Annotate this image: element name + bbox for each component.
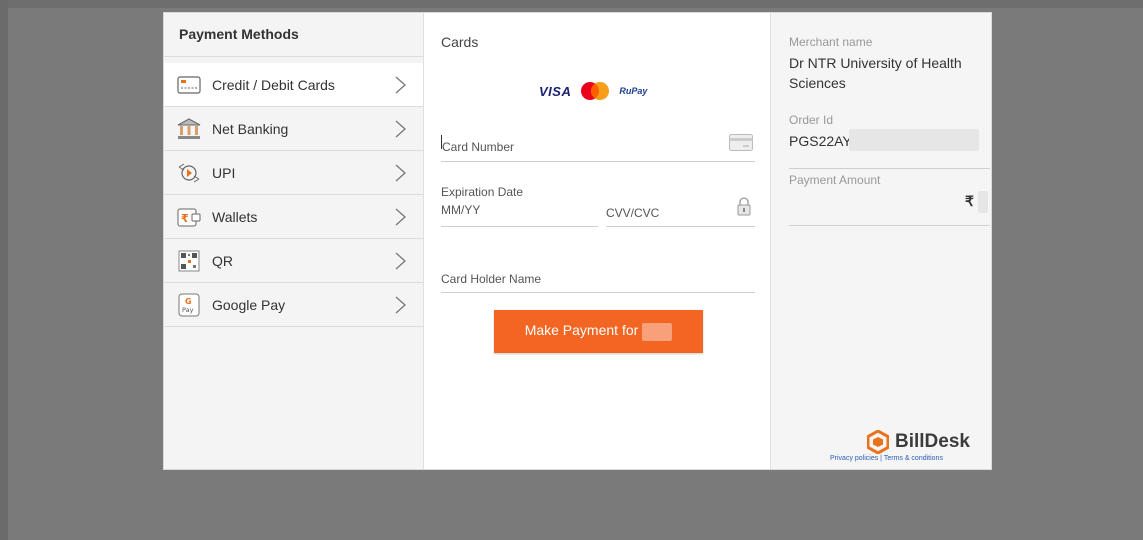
expiry-field[interactable]: MM/YY <box>441 199 598 227</box>
chevron-right-icon <box>395 296 406 313</box>
expiry-placeholder: MM/YY <box>441 203 481 217</box>
google-pay-icon: G Pay <box>176 293 202 317</box>
cards-title: Cards <box>441 34 479 50</box>
expiration-date-label: Expiration Date <box>441 185 524 199</box>
method-label: UPI <box>212 164 236 181</box>
cards-form: Cards VISA RuPay Card Number Expiration … <box>425 13 771 469</box>
method-label: Google Pay <box>212 296 286 313</box>
cvv-field[interactable]: CVV/CVC <box>606 197 755 227</box>
merchant-name-label: Merchant name <box>789 35 873 49</box>
billdesk-logo: BillDesk <box>867 430 970 454</box>
billdesk-text: BillDesk <box>895 431 970 452</box>
bank-icon <box>176 117 202 141</box>
make-payment-label: Make Payment for <box>524 322 639 339</box>
order-id-label: Order Id <box>789 113 834 127</box>
credit-card-icon <box>729 134 753 151</box>
card-number-placeholder: Card Number <box>442 140 515 154</box>
summary-divider <box>789 225 990 226</box>
card-icon <box>176 73 202 97</box>
method-label: Wallets <box>212 208 258 225</box>
card-number-field[interactable]: Card Number <box>441 131 755 162</box>
method-qr[interactable]: QR <box>164 239 423 283</box>
redacted-amount-value <box>978 191 988 213</box>
method-google-pay[interactable]: G Pay Google Pay <box>164 283 423 327</box>
payment-panel: Payment Methods Credit / Debit Cards Net… <box>163 12 992 470</box>
visa-logo: VISA <box>539 83 572 99</box>
payment-methods-sidebar: Payment Methods Credit / Debit Cards Net… <box>164 13 424 469</box>
qr-icon <box>176 249 202 273</box>
redacted-order-id <box>849 129 979 151</box>
chevron-right-icon <box>395 76 406 93</box>
payment-methods-title: Payment Methods <box>164 13 423 57</box>
upi-icon <box>176 161 202 185</box>
method-wallets[interactable]: ₹ Wallets <box>164 195 423 239</box>
merchant-name-value: Dr NTR University of Health Sciences <box>789 55 962 91</box>
chevron-right-icon <box>395 208 406 225</box>
method-label: Credit / Debit Cards <box>212 76 335 93</box>
lock-icon <box>737 197 751 216</box>
method-credit-debit-cards[interactable]: Credit / Debit Cards <box>164 63 423 107</box>
rupay-logo: RuPay <box>619 86 648 96</box>
order-summary: Merchant name Dr NTR University of Healt… <box>771 13 991 469</box>
currency-symbol: ₹ <box>965 193 974 209</box>
chevron-right-icon <box>395 120 406 137</box>
redacted-amount <box>642 322 673 341</box>
wallet-icon: ₹ <box>176 205 202 229</box>
chevron-right-icon <box>395 164 406 181</box>
chevron-right-icon <box>395 252 406 269</box>
cvv-placeholder: CVV/CVC <box>606 206 660 220</box>
footer-links[interactable]: Privacy policies | Terms & conditions <box>830 455 943 462</box>
card-brands: VISA RuPay <box>539 81 647 101</box>
method-label: Net Banking <box>212 120 289 137</box>
method-upi[interactable]: UPI <box>164 151 423 195</box>
payment-amount-label: Payment Amount <box>789 173 881 187</box>
svg-text:Pay: Pay <box>182 306 194 314</box>
card-holder-field[interactable]: Card Holder Name <box>441 263 755 293</box>
background-left-strip <box>0 0 8 540</box>
background-top-band <box>0 0 1143 8</box>
summary-divider <box>789 168 990 169</box>
svg-text:₹: ₹ <box>181 212 189 225</box>
card-holder-placeholder: Card Holder Name <box>441 272 542 286</box>
method-net-banking[interactable]: Net Banking <box>164 107 423 151</box>
make-payment-button[interactable]: Make Payment for <box>494 310 703 353</box>
svg-text:G: G <box>185 297 192 306</box>
order-id-value: PGS22AY <box>789 133 852 149</box>
mastercard-logo <box>581 82 610 100</box>
method-label: QR <box>212 252 233 269</box>
billdesk-hexagon-icon <box>867 430 889 454</box>
